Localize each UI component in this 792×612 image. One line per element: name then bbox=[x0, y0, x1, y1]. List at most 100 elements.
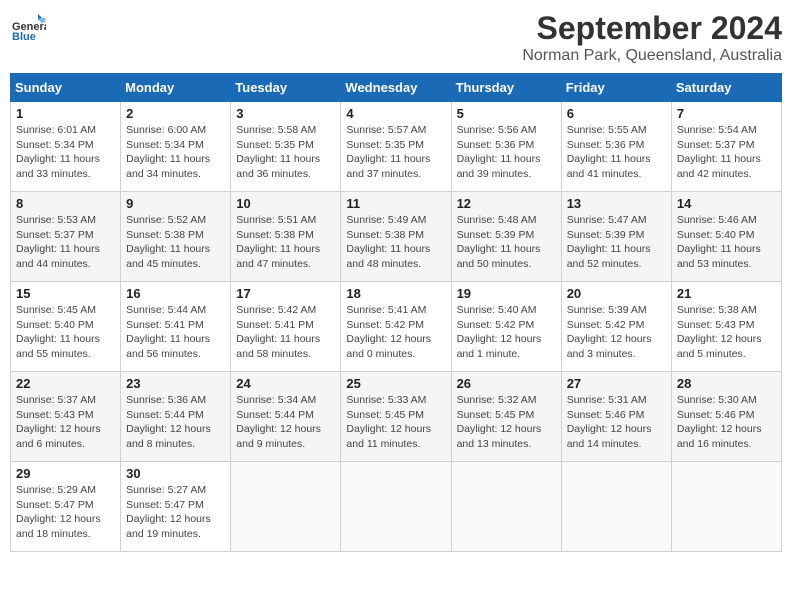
day-info: Sunrise: 5:52 AMSunset: 5:38 PMDaylight:… bbox=[126, 213, 225, 272]
day-info: Sunrise: 5:33 AMSunset: 5:45 PMDaylight:… bbox=[346, 393, 445, 452]
day-number: 9 bbox=[126, 196, 225, 211]
day-info: Sunrise: 5:46 AMSunset: 5:40 PMDaylight:… bbox=[677, 213, 776, 272]
table-row: 20 Sunrise: 5:39 AMSunset: 5:42 PMDayligh… bbox=[561, 282, 671, 372]
day-number: 28 bbox=[677, 376, 776, 391]
day-info: Sunrise: 5:55 AMSunset: 5:36 PMDaylight:… bbox=[567, 123, 666, 182]
day-number: 4 bbox=[346, 106, 445, 121]
day-info: Sunrise: 5:38 AMSunset: 5:43 PMDaylight:… bbox=[677, 303, 776, 362]
day-info: Sunrise: 5:32 AMSunset: 5:45 PMDaylight:… bbox=[457, 393, 556, 452]
day-number: 26 bbox=[457, 376, 556, 391]
day-number: 12 bbox=[457, 196, 556, 211]
day-info: Sunrise: 5:47 AMSunset: 5:39 PMDaylight:… bbox=[567, 213, 666, 272]
day-info: Sunrise: 5:45 AMSunset: 5:40 PMDaylight:… bbox=[16, 303, 115, 362]
table-row: 23Sunrise: 5:36 AMSunset: 5:44 PMDayligh… bbox=[121, 372, 231, 462]
day-info: Sunrise: 5:40 AMSunset: 5:42 PMDaylight:… bbox=[457, 303, 556, 362]
table-row: 1 Sunrise: 6:01 AMSunset: 5:34 PMDaylight… bbox=[11, 102, 121, 192]
day-info: Sunrise: 6:01 AMSunset: 5:34 PMDaylight:… bbox=[16, 123, 115, 182]
day-info: Sunrise: 5:42 AMSunset: 5:41 PMDaylight:… bbox=[236, 303, 335, 362]
day-number: 25 bbox=[346, 376, 445, 391]
day-number: 19 bbox=[457, 286, 556, 301]
day-number: 8 bbox=[16, 196, 115, 211]
table-row: 30Sunrise: 5:27 AMSunset: 5:47 PMDayligh… bbox=[121, 462, 231, 552]
table-row: 6Sunrise: 5:55 AMSunset: 5:36 PMDaylight… bbox=[561, 102, 671, 192]
table-row: 28 Sunrise: 5:30 AMSunset: 5:46 PMDayligh… bbox=[671, 372, 781, 462]
calendar-week-row: 8 Sunrise: 5:53 AMSunset: 5:37 PMDaylight… bbox=[11, 192, 782, 282]
col-saturday: Saturday bbox=[671, 74, 781, 102]
table-row: 3Sunrise: 5:58 AMSunset: 5:35 PMDaylight… bbox=[231, 102, 341, 192]
day-info: Sunrise: 5:56 AMSunset: 5:36 PMDaylight:… bbox=[457, 123, 556, 182]
day-info: Sunrise: 6:00 AMSunset: 5:34 PMDaylight:… bbox=[126, 123, 225, 182]
day-number: 18 bbox=[346, 286, 445, 301]
table-row: 22 Sunrise: 5:37 AMSunset: 5:43 PMDayligh… bbox=[11, 372, 121, 462]
calendar-header-row: Sunday Monday Tuesday Wednesday Thursday… bbox=[11, 74, 782, 102]
day-info: Sunrise: 5:54 AMSunset: 5:37 PMDaylight:… bbox=[677, 123, 776, 182]
day-number: 21 bbox=[677, 286, 776, 301]
table-row: 16 Sunrise: 5:44 AMSunset: 5:41 PMDayligh… bbox=[121, 282, 231, 372]
day-info: Sunrise: 5:37 AMSunset: 5:43 PMDaylight:… bbox=[16, 393, 115, 452]
table-row: 27 Sunrise: 5:31 AMSunset: 5:46 PMDayligh… bbox=[561, 372, 671, 462]
table-row bbox=[231, 462, 341, 552]
logo: General Blue bbox=[10, 10, 46, 46]
day-number: 15 bbox=[16, 286, 115, 301]
day-number: 30 bbox=[126, 466, 225, 481]
table-row: 2Sunrise: 6:00 AMSunset: 5:34 PMDaylight… bbox=[121, 102, 231, 192]
table-row: 4 Sunrise: 5:57 AMSunset: 5:35 PMDaylight… bbox=[341, 102, 451, 192]
calendar-week-row: 29Sunrise: 5:29 AMSunset: 5:47 PMDayligh… bbox=[11, 462, 782, 552]
day-number: 22 bbox=[16, 376, 115, 391]
day-number: 17 bbox=[236, 286, 335, 301]
day-info: Sunrise: 5:31 AMSunset: 5:46 PMDaylight:… bbox=[567, 393, 666, 452]
day-info: Sunrise: 5:34 AMSunset: 5:44 PMDaylight:… bbox=[236, 393, 335, 452]
page-title: September 2024 bbox=[522, 10, 782, 47]
col-monday: Monday bbox=[121, 74, 231, 102]
svg-text:Blue: Blue bbox=[12, 31, 36, 43]
table-row: 8 Sunrise: 5:53 AMSunset: 5:37 PMDaylight… bbox=[11, 192, 121, 282]
table-row: 12 Sunrise: 5:48 AMSunset: 5:39 PMDayligh… bbox=[451, 192, 561, 282]
page-subtitle: Norman Park, Queensland, Australia bbox=[522, 47, 782, 65]
day-number: 16 bbox=[126, 286, 225, 301]
table-row: 26 Sunrise: 5:32 AMSunset: 5:45 PMDayligh… bbox=[451, 372, 561, 462]
day-number: 11 bbox=[346, 196, 445, 211]
table-row bbox=[341, 462, 451, 552]
day-number: 10 bbox=[236, 196, 335, 211]
col-friday: Friday bbox=[561, 74, 671, 102]
day-info: Sunrise: 5:57 AMSunset: 5:35 PMDaylight:… bbox=[346, 123, 445, 182]
calendar-week-row: 15 Sunrise: 5:45 AMSunset: 5:40 PMDayligh… bbox=[11, 282, 782, 372]
table-row: 18Sunrise: 5:41 AMSunset: 5:42 PMDayligh… bbox=[341, 282, 451, 372]
col-sunday: Sunday bbox=[11, 74, 121, 102]
table-row: 21 Sunrise: 5:38 AMSunset: 5:43 PMDayligh… bbox=[671, 282, 781, 372]
calendar-week-row: 1 Sunrise: 6:01 AMSunset: 5:34 PMDaylight… bbox=[11, 102, 782, 192]
day-number: 14 bbox=[677, 196, 776, 211]
page-header: General Blue September 2024 Norman Park,… bbox=[10, 10, 782, 65]
col-wednesday: Wednesday bbox=[341, 74, 451, 102]
table-row bbox=[671, 462, 781, 552]
col-thursday: Thursday bbox=[451, 74, 561, 102]
day-number: 7 bbox=[677, 106, 776, 121]
col-tuesday: Tuesday bbox=[231, 74, 341, 102]
table-row: 9 Sunrise: 5:52 AMSunset: 5:38 PMDaylight… bbox=[121, 192, 231, 282]
table-row: 11 Sunrise: 5:49 AMSunset: 5:38 PMDayligh… bbox=[341, 192, 451, 282]
table-row: 10Sunrise: 5:51 AMSunset: 5:38 PMDayligh… bbox=[231, 192, 341, 282]
table-row: 19 Sunrise: 5:40 AMSunset: 5:42 PMDayligh… bbox=[451, 282, 561, 372]
table-row: 24Sunrise: 5:34 AMSunset: 5:44 PMDayligh… bbox=[231, 372, 341, 462]
table-row: 14 Sunrise: 5:46 AMSunset: 5:40 PMDayligh… bbox=[671, 192, 781, 282]
day-info: Sunrise: 5:53 AMSunset: 5:37 PMDaylight:… bbox=[16, 213, 115, 272]
day-info: Sunrise: 5:48 AMSunset: 5:39 PMDaylight:… bbox=[457, 213, 556, 272]
table-row: 17 Sunrise: 5:42 AMSunset: 5:41 PMDayligh… bbox=[231, 282, 341, 372]
day-number: 23 bbox=[126, 376, 225, 391]
table-row: 25 Sunrise: 5:33 AMSunset: 5:45 PMDayligh… bbox=[341, 372, 451, 462]
day-number: 1 bbox=[16, 106, 115, 121]
calendar-table: Sunday Monday Tuesday Wednesday Thursday… bbox=[10, 73, 782, 552]
day-info: Sunrise: 5:39 AMSunset: 5:42 PMDaylight:… bbox=[567, 303, 666, 362]
day-info: Sunrise: 5:44 AMSunset: 5:41 PMDaylight:… bbox=[126, 303, 225, 362]
day-info: Sunrise: 5:49 AMSunset: 5:38 PMDaylight:… bbox=[346, 213, 445, 272]
day-number: 5 bbox=[457, 106, 556, 121]
table-row: 29Sunrise: 5:29 AMSunset: 5:47 PMDayligh… bbox=[11, 462, 121, 552]
table-row: 7 Sunrise: 5:54 AMSunset: 5:37 PMDaylight… bbox=[671, 102, 781, 192]
table-row bbox=[451, 462, 561, 552]
table-row bbox=[561, 462, 671, 552]
day-info: Sunrise: 5:29 AMSunset: 5:47 PMDaylight:… bbox=[16, 483, 115, 542]
day-number: 20 bbox=[567, 286, 666, 301]
day-info: Sunrise: 5:30 AMSunset: 5:46 PMDaylight:… bbox=[677, 393, 776, 452]
day-info: Sunrise: 5:58 AMSunset: 5:35 PMDaylight:… bbox=[236, 123, 335, 182]
day-number: 27 bbox=[567, 376, 666, 391]
